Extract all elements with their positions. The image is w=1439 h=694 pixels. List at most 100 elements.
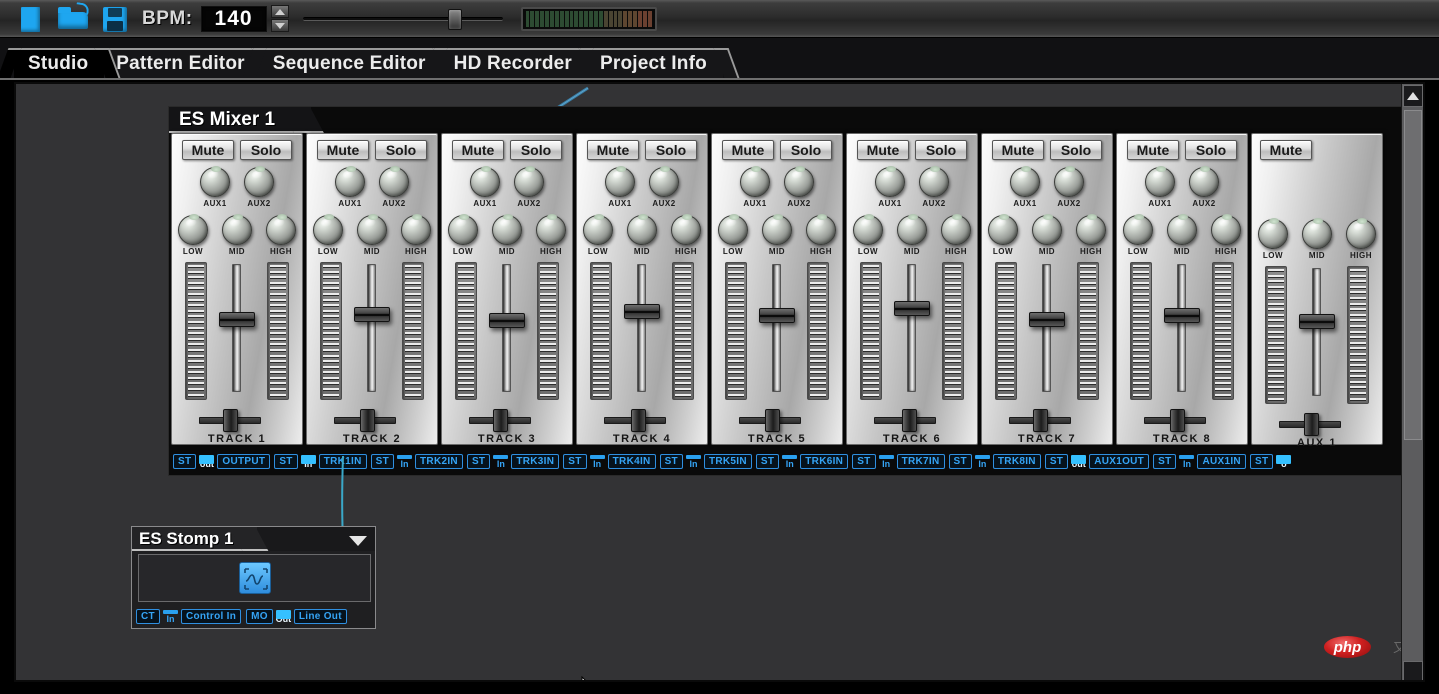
mixer-strip[interactable]: Mute Solo AUX1 AUX2 LOW MID HIGH TRACK 1: [171, 133, 303, 445]
patch-canvas[interactable]: ES Mixer 1 Mute Solo AUX1 AUX2 LOW MID HIGH TRA…: [16, 84, 1423, 680]
solo-button[interactable]: Solo: [645, 140, 697, 160]
knob-dial[interactable]: [1302, 218, 1332, 249]
pan-handle[interactable]: [631, 409, 647, 432]
solo-button[interactable]: Solo: [780, 140, 832, 160]
tab-project-info[interactable]: Project Info: [586, 48, 723, 78]
knob-mid[interactable]: MID: [355, 214, 389, 256]
vertical-scrollbar[interactable]: [1401, 84, 1423, 680]
knob-dial[interactable]: [605, 166, 635, 197]
tempo-slider[interactable]: [302, 6, 503, 32]
chevron-down-icon[interactable]: [349, 536, 367, 546]
knob-mid[interactable]: MID: [760, 214, 794, 256]
port-connector[interactable]: MO Out Line Out: [246, 609, 347, 624]
save-disk-icon[interactable]: [94, 2, 136, 36]
knob-aux1[interactable]: AUX1: [873, 166, 907, 208]
port-name-label[interactable]: Line Out: [293, 609, 347, 624]
port-connector[interactable]: CT In Control In: [136, 609, 242, 624]
knob-low[interactable]: LOW: [581, 214, 615, 256]
knob-dial[interactable]: [1258, 218, 1288, 249]
knob-dial[interactable]: [1211, 214, 1241, 245]
port-jack-icon[interactable]: out: [198, 454, 215, 469]
knob-dial[interactable]: [1167, 214, 1197, 245]
port-jack-icon[interactable]: In: [396, 454, 413, 469]
volume-fader[interactable]: [1162, 262, 1202, 400]
es-stomp-module[interactable]: ES Stomp 1 CT In Control In MO Out Line Out: [131, 526, 376, 629]
fader-handle[interactable]: [759, 308, 795, 324]
port-type-label[interactable]: ST: [370, 453, 395, 469]
port-name-label[interactable]: TRK2IN: [415, 453, 463, 469]
knob-mid[interactable]: MID: [1165, 214, 1199, 256]
knob-mid[interactable]: MID: [1030, 214, 1064, 256]
mute-button[interactable]: Mute: [722, 140, 774, 160]
knob-dial[interactable]: [492, 214, 522, 245]
knob-aux2[interactable]: AUX2: [782, 166, 816, 208]
knob-high[interactable]: HIGH: [669, 214, 703, 256]
knob-aux1[interactable]: AUX1: [468, 166, 502, 208]
port-type-label[interactable]: ST: [659, 453, 683, 469]
port-name-label[interactable]: AUX1OUT: [1089, 453, 1150, 469]
knob-dial[interactable]: [1123, 214, 1153, 245]
fader-handle[interactable]: [1029, 311, 1065, 327]
waveform-icon[interactable]: [238, 562, 271, 594]
knob-dial[interactable]: [897, 214, 927, 245]
mixer-strip[interactable]: Mute Solo AUX1 AUX2 LOW MID HIGH TRACK 2: [306, 133, 438, 445]
knob-dial[interactable]: [335, 166, 365, 197]
pan-slider[interactable]: [712, 408, 842, 432]
fader-handle[interactable]: [354, 306, 390, 322]
knob-aux2[interactable]: AUX2: [1187, 166, 1221, 208]
port-type-label[interactable]: CT: [136, 609, 160, 624]
scrollbar-thumb[interactable]: [1404, 110, 1422, 440]
pan-handle[interactable]: [360, 409, 375, 432]
mixer-strip[interactable]: Mute Solo AUX1 AUX2 LOW MID HIGH TRACK 5: [711, 133, 843, 445]
es-mixer-module[interactable]: ES Mixer 1 Mute Solo AUX1 AUX2 LOW MID HIGH TRA…: [168, 106, 1408, 476]
volume-fader[interactable]: [1027, 262, 1067, 400]
volume-fader[interactable]: [622, 262, 662, 400]
fader-handle[interactable]: [1299, 314, 1335, 330]
knob-dial[interactable]: [1010, 166, 1040, 197]
knob-dial[interactable]: [671, 214, 701, 245]
port-name-label[interactable]: TRK4IN: [607, 453, 656, 469]
knob-high[interactable]: HIGH: [804, 214, 838, 256]
chevron-up-icon[interactable]: [1403, 85, 1423, 107]
knob-dial[interactable]: [1054, 166, 1084, 197]
port-jack-icon[interactable]: In: [589, 454, 606, 469]
solo-button[interactable]: Solo: [915, 140, 967, 160]
fader-handle[interactable]: [624, 304, 660, 320]
tab-pattern-editor[interactable]: Pattern Editor: [102, 48, 261, 78]
knob-aux1[interactable]: AUX1: [1143, 166, 1177, 208]
port-jack-icon[interactable]: In: [781, 454, 798, 469]
pan-slider[interactable]: [982, 408, 1112, 432]
knob-high[interactable]: HIGH: [1074, 214, 1108, 256]
pan-handle[interactable]: [1033, 409, 1049, 432]
knob-dial[interactable]: [583, 214, 613, 245]
port-jack-icon[interactable]: In: [300, 454, 317, 469]
knob-aux1[interactable]: AUX1: [198, 166, 232, 208]
volume-fader[interactable]: [892, 262, 932, 400]
knob-dial[interactable]: [401, 214, 431, 245]
port-jack-icon[interactable]: o: [1275, 454, 1292, 469]
port-jack-icon[interactable]: In: [685, 454, 702, 469]
knob-dial[interactable]: [740, 166, 770, 197]
bpm-decrease-button[interactable]: [270, 19, 289, 32]
knob-dial[interactable]: [470, 166, 500, 197]
knob-mid[interactable]: MID: [220, 214, 254, 256]
new-file-icon[interactable]: [10, 2, 52, 36]
port-jack-icon[interactable]: out: [1070, 454, 1087, 469]
solo-button[interactable]: Solo: [1185, 140, 1237, 160]
knob-aux2[interactable]: AUX2: [917, 166, 951, 208]
port-connector[interactable]: ST In TRK5IN: [659, 453, 752, 469]
knob-dial[interactable]: [1145, 166, 1175, 197]
knob-high[interactable]: HIGH: [939, 214, 973, 256]
mute-button[interactable]: Mute: [317, 140, 369, 160]
mute-button[interactable]: Mute: [452, 140, 504, 160]
knob-dial[interactable]: [762, 214, 792, 245]
knob-dial[interactable]: [222, 214, 252, 245]
knob-dial[interactable]: [379, 166, 409, 197]
knob-dial[interactable]: [941, 214, 971, 245]
volume-fader[interactable]: [352, 262, 392, 400]
knob-dial[interactable]: [627, 214, 657, 245]
mute-button[interactable]: Mute: [992, 140, 1044, 160]
port-name-label[interactable]: TRK8IN: [992, 453, 1041, 469]
chevron-down-icon[interactable]: [1403, 661, 1423, 680]
port-connector[interactable]: ST In TRK2IN: [370, 453, 463, 469]
